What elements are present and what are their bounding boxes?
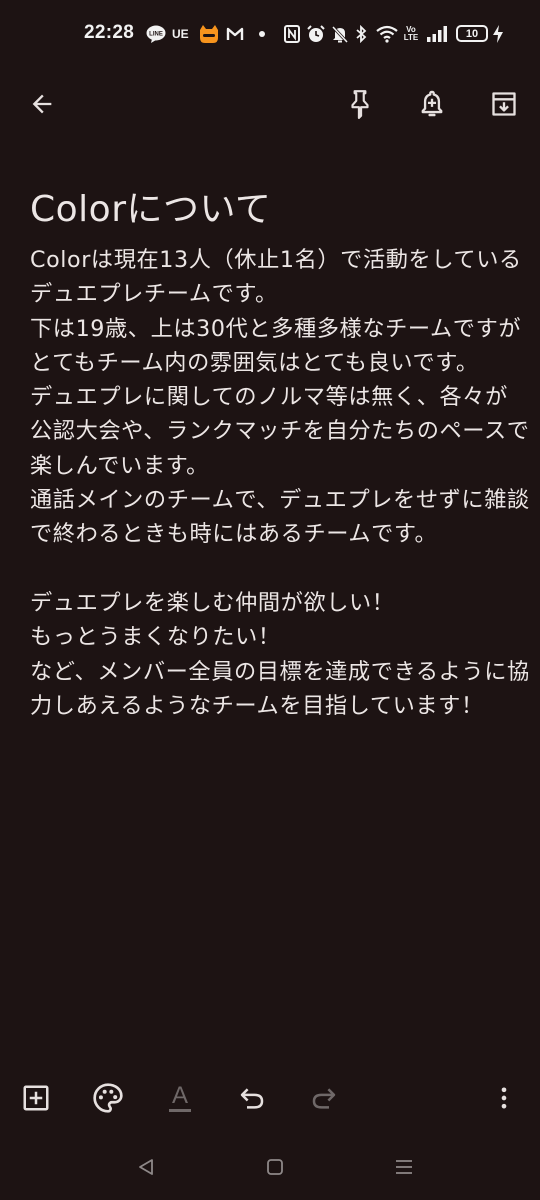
- palette-button[interactable]: [86, 1076, 130, 1120]
- status-bar: 22:28 LINE UE Vo LTE 10: [0, 0, 540, 70]
- more-vert-icon: [501, 1087, 507, 1109]
- text-format-underline: [169, 1108, 191, 1112]
- text-format-icon: A: [169, 1081, 191, 1112]
- add-box-icon: [23, 1085, 49, 1111]
- back-button[interactable]: [20, 82, 64, 126]
- add-reminder-button[interactable]: [410, 82, 454, 126]
- volte-icon: Vo LTE: [403, 25, 419, 42]
- charging-icon: [492, 24, 504, 44]
- nav-home-icon: [267, 1159, 283, 1175]
- add-button[interactable]: [14, 1076, 58, 1120]
- ue-icon: UE: [172, 27, 189, 41]
- signal-icon: [426, 24, 448, 44]
- nav-back-icon: [139, 1159, 153, 1175]
- pin-button[interactable]: [338, 82, 382, 126]
- pin-icon: [351, 90, 369, 119]
- redo-button[interactable]: [302, 1076, 346, 1120]
- text-format-button[interactable]: A: [158, 1076, 202, 1120]
- nfc-icon: [284, 24, 300, 44]
- add-reminder-icon: [421, 90, 443, 117]
- line-icon: LINE: [146, 24, 166, 44]
- gmail-icon: [226, 24, 244, 44]
- wifi-icon: [376, 24, 398, 44]
- nav-home-button[interactable]: [255, 1150, 295, 1184]
- mute-icon: [331, 24, 349, 44]
- more-options-button[interactable]: [482, 1076, 526, 1120]
- nav-recents-icon: [396, 1160, 412, 1174]
- archive-icon: [492, 92, 516, 116]
- bluetooth-icon: [355, 24, 367, 44]
- battery-icon: 10: [456, 25, 488, 42]
- note-body[interactable]: Colorは現在13人（休止1名）で活動をしているデュエプレチームです。 下は1…: [30, 243, 530, 723]
- dot-icon: [258, 24, 266, 44]
- alarm-icon: [307, 24, 325, 44]
- undo-button[interactable]: [230, 1076, 274, 1120]
- palette-icon: [93, 1083, 123, 1113]
- note-title[interactable]: Colorについて: [30, 180, 510, 232]
- nav-back-button[interactable]: [126, 1150, 166, 1184]
- archive-button[interactable]: [482, 82, 526, 126]
- back-arrow-icon: [32, 94, 52, 114]
- undo-icon: [240, 1088, 264, 1109]
- nav-recents-button[interactable]: [384, 1150, 424, 1184]
- app-icon: [198, 24, 220, 44]
- svg-text:LINE: LINE: [149, 32, 163, 38]
- status-time: 22:28: [84, 22, 135, 43]
- redo-icon: [312, 1088, 336, 1109]
- text-format-glyph: A: [171, 1081, 188, 1109]
